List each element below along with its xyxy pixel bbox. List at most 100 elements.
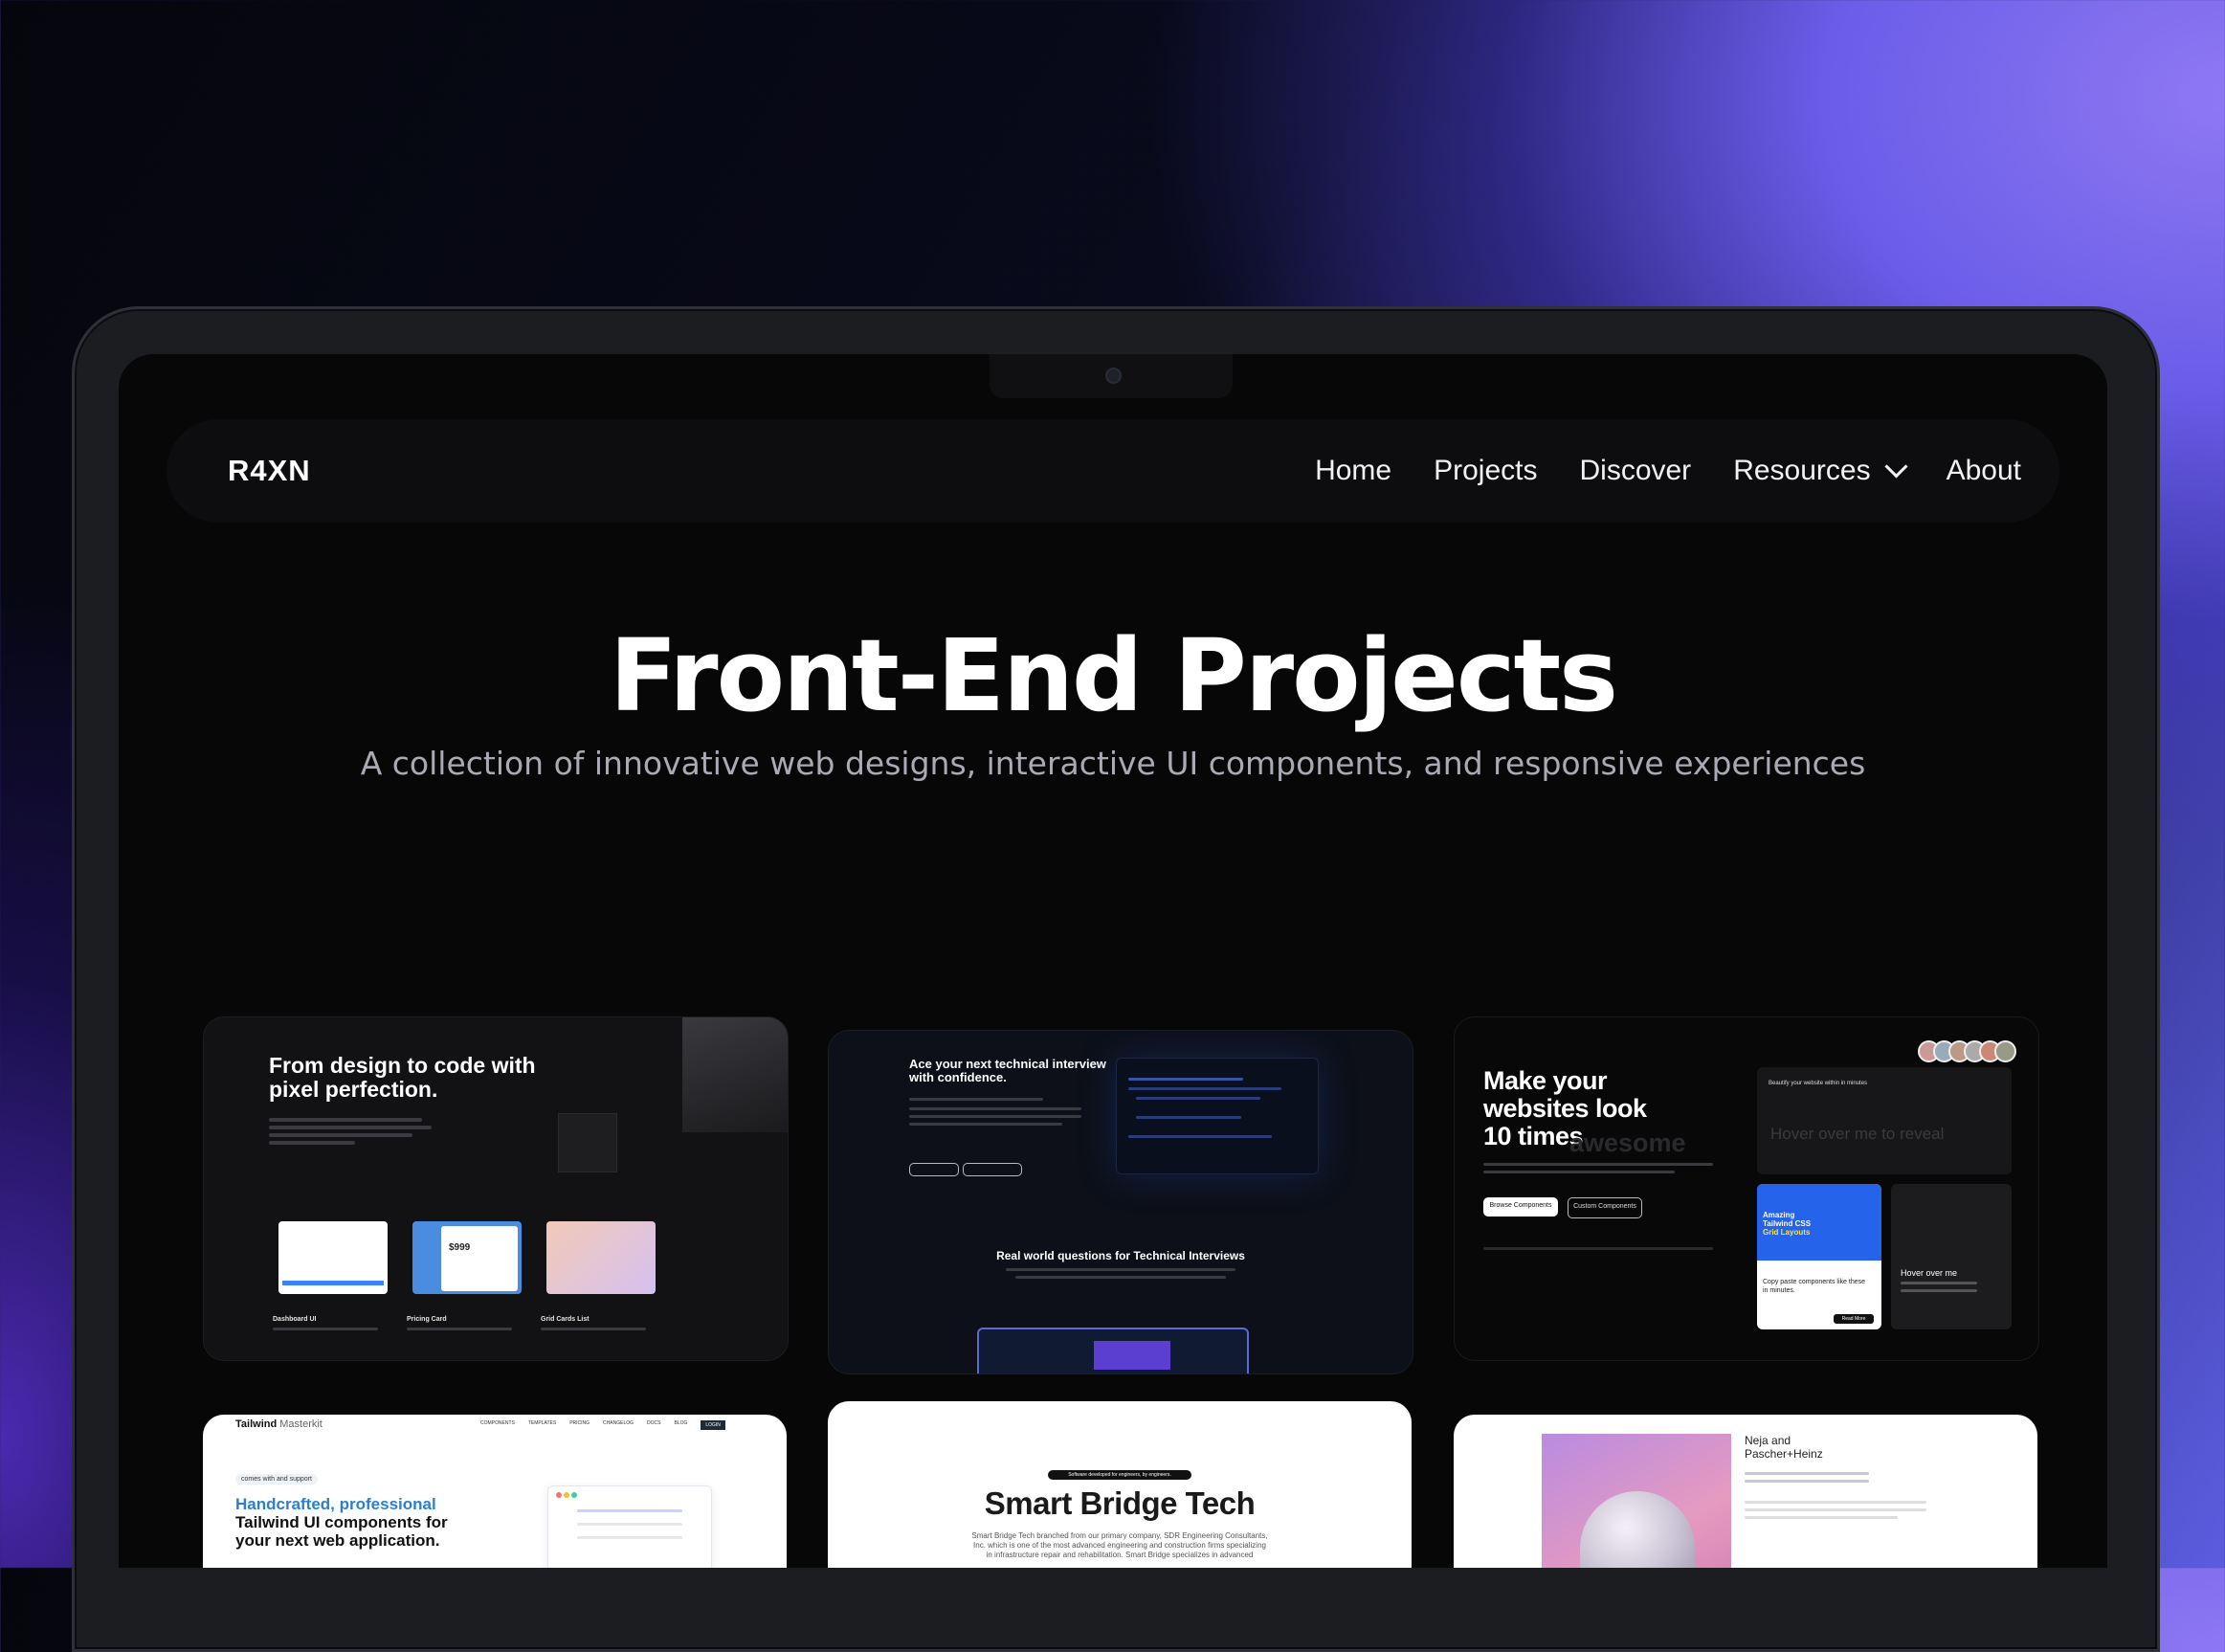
project-card-interview[interactable]: Ace your next technical interview with c… [828, 1030, 1413, 1374]
headline-line: Handcrafted, professional [235, 1495, 436, 1513]
amazing-card-title: Amazing Tailwind CSS Grid Layouts [1763, 1211, 1811, 1237]
badge-text: support [289, 1476, 312, 1483]
text-line [1745, 1472, 1869, 1475]
text-line [273, 1328, 378, 1330]
code-line [1128, 1135, 1272, 1138]
text-line [909, 1115, 1081, 1118]
text-line [1483, 1171, 1675, 1173]
tailwind-headline: Handcrafted, professional Tailwind UI co… [235, 1495, 448, 1550]
price-label: $999 [449, 1242, 471, 1253]
text-line [577, 1536, 682, 1539]
panel-tagline: Beautify your website within in minutes [1769, 1081, 1868, 1086]
neja-title-line: Pascher+Heinz [1745, 1447, 1823, 1461]
nav-about[interactable]: About [1947, 455, 2021, 487]
neja-title-line: Neja and [1745, 1434, 1791, 1447]
avatar [1994, 1040, 2016, 1062]
text-line [269, 1126, 432, 1129]
item-label: Pricing Card [407, 1316, 447, 1323]
window-dot [571, 1492, 577, 1498]
project-card-neja[interactable]: Neja and Pascher+Heinz [1454, 1415, 2037, 1568]
browse-components-button[interactable]: Browse Components [1483, 1197, 1558, 1217]
site-logo[interactable]: R4XN [228, 454, 311, 488]
nav-resources[interactable]: Resources [1733, 454, 1908, 487]
headline-line: Tailwind UI components for [235, 1513, 448, 1531]
text-line [1745, 1501, 1926, 1504]
text-line [1901, 1282, 1977, 1284]
camera-notch [990, 354, 1233, 398]
badge-text: and [276, 1476, 288, 1483]
item-label: Grid Cards List [541, 1316, 590, 1323]
pricing-card-thumbnail: $999 [412, 1221, 522, 1294]
logo-strip [1483, 1247, 1713, 1250]
card-heading-line: pixel perfection. [269, 1077, 438, 1102]
laptop-screen: R4XN Home Projects Discover Resources Ab… [119, 354, 2107, 1568]
card-heading-line: websites look [1483, 1094, 1647, 1123]
card-heading-line: Make your [1483, 1066, 1608, 1095]
dashboard-ui-thumbnail [278, 1221, 388, 1294]
amazing-card[interactable]: Amazing Tailwind CSS Grid Layouts Copy p… [1757, 1184, 1881, 1329]
project-card-smart-bridge[interactable]: Software developed for engineers, by eng… [828, 1401, 1412, 1568]
thumbnail-bar [282, 1281, 384, 1285]
chevron-down-icon [1884, 454, 1908, 479]
card-shadow-block [682, 1017, 788, 1132]
text-line [909, 1107, 1081, 1110]
text-line [1745, 1508, 1926, 1511]
nav-links: Home Projects Discover Resources About [1315, 454, 2021, 487]
menu-item[interactable]: DOCS [647, 1420, 660, 1430]
card-heading-line: Ace your next technical interview [909, 1057, 1106, 1071]
text-line [1015, 1276, 1226, 1279]
menu-item[interactable]: CHANGELOG [603, 1420, 634, 1430]
text-line [1006, 1268, 1235, 1271]
text-line [1483, 1163, 1713, 1166]
hover-reveal-text: Hover over me to reveal [1770, 1125, 1945, 1143]
ghost-word: awesome [1569, 1128, 1686, 1157]
headline-line: your next web application. [235, 1531, 440, 1550]
smart-bridge-title: Smart Bridge Tech [984, 1485, 1256, 1521]
page-subtitle: A collection of innovative web designs, … [360, 745, 1866, 782]
text-line [577, 1523, 682, 1526]
nav-home[interactable]: Home [1315, 455, 1391, 487]
questions-preview [977, 1328, 1249, 1373]
card-heading: Ace your next technical interview with c… [909, 1058, 1106, 1084]
read-more-button[interactable]: Read More [1834, 1314, 1874, 1324]
section-heading: Real world questions for Technical Inter… [996, 1249, 1245, 1262]
text-line [1745, 1480, 1869, 1483]
project-card-tailwind[interactable]: Tailwind Masterkit COMPONENTS TEMPLATES … [203, 1415, 787, 1568]
project-card-websites[interactable]: Make your websites look 10 times awesome… [1454, 1016, 2039, 1361]
menu-item[interactable]: TEMPLATES [528, 1420, 556, 1430]
text-line [407, 1328, 512, 1330]
card-heading-line: with confidence. [909, 1070, 1007, 1084]
camera-icon [1105, 368, 1122, 384]
code-editor-preview [1116, 1058, 1319, 1174]
text-line [269, 1141, 355, 1145]
amazing-line: Tailwind CSS [1763, 1219, 1812, 1228]
hover-card[interactable]: Hover over me [1891, 1184, 2012, 1329]
nav-discover[interactable]: Discover [1579, 455, 1691, 487]
code-line [1136, 1097, 1260, 1100]
start-interview-button[interactable] [909, 1163, 959, 1176]
menu-item[interactable]: COMPONENTS [480, 1420, 515, 1430]
pricing-panel [441, 1226, 518, 1291]
card-decor-block [558, 1113, 617, 1172]
hover-card-title: Hover over me [1901, 1268, 1958, 1278]
project-card-design-to-code[interactable]: From design to code with pixel perfectio… [203, 1016, 789, 1361]
neja-title: Neja and Pascher+Heinz [1745, 1434, 1823, 1461]
highlight-block [1094, 1341, 1170, 1370]
text-line [577, 1509, 682, 1512]
hover-reveal-panel[interactable]: Beautify your website within in minutes … [1757, 1067, 2012, 1174]
text-line [1745, 1516, 1898, 1519]
brand-text: Tailwind [235, 1418, 278, 1430]
menu-item[interactable]: BLOG [674, 1420, 687, 1430]
login-button[interactable]: LOGIN [701, 1420, 725, 1430]
explore-button[interactable] [963, 1163, 1022, 1176]
custom-components-button[interactable]: Custom Components [1568, 1197, 1642, 1218]
helmet-image [1542, 1434, 1731, 1568]
window-dot [564, 1492, 569, 1498]
window-dot [556, 1492, 562, 1498]
smart-bridge-description: Smart Bridge Tech branched from our prim… [971, 1531, 1268, 1559]
menu-item[interactable]: PRICING [569, 1420, 590, 1430]
copy-paste-text: Copy paste components like these in minu… [1763, 1279, 1866, 1294]
amazing-line: Grid Layouts [1763, 1228, 1811, 1237]
amazing-line: Amazing [1763, 1211, 1795, 1219]
nav-projects[interactable]: Projects [1434, 455, 1537, 487]
